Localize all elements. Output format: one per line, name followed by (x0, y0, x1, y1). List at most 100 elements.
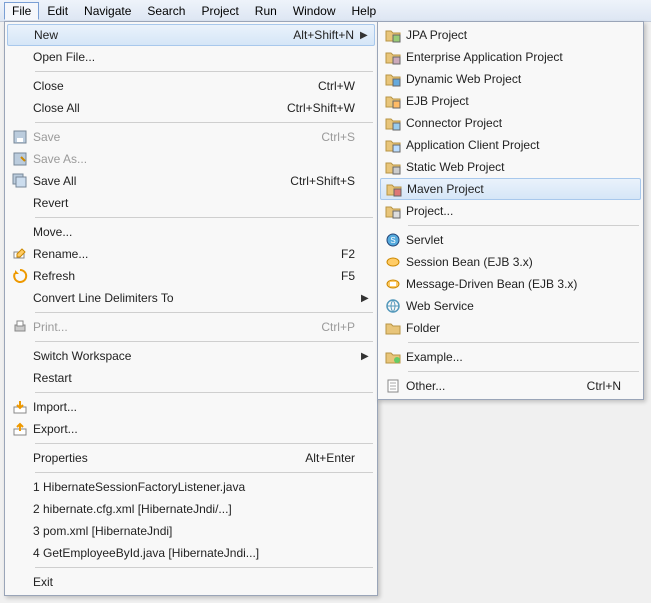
svg-text:S: S (390, 236, 395, 245)
fileMenu-2-hibernate-cfg-xml-hibernatejndi[interactable]: 2 hibernate.cfg.xml [HibernateJndi/...] (7, 498, 375, 520)
menubar-item-help[interactable]: Help (344, 2, 385, 20)
fileMenu-exit[interactable]: Exit (7, 571, 375, 593)
menu-item-label: Close (33, 79, 318, 93)
menu-item-label: Restart (33, 371, 361, 385)
fileMenu-save-as[interactable]: Save As... (7, 148, 375, 170)
newSubmenu-connector-project[interactable]: Connector Project (380, 112, 641, 134)
menubar-item-run[interactable]: Run (247, 2, 285, 20)
newSubmenu-session-bean-ejb-3-x[interactable]: Session Bean (EJB 3.x) (380, 251, 641, 273)
separator (35, 443, 373, 444)
fileMenu-restart[interactable]: Restart (7, 367, 375, 389)
fileMenu-rename[interactable]: Rename...F2 (7, 243, 375, 265)
blank-icon (7, 221, 33, 243)
save-as-icon (7, 148, 33, 170)
menubar-item-navigate[interactable]: Navigate (76, 2, 139, 20)
blank-icon (7, 571, 33, 593)
fileMenu-open-file[interactable]: Open File... (7, 46, 375, 68)
refresh-icon (7, 265, 33, 287)
menu-item-label: Static Web Project (406, 160, 627, 174)
fileMenu-new[interactable]: NewAlt+Shift+N▶ (7, 24, 375, 46)
menu-item-label: Save As... (33, 152, 361, 166)
separator (35, 392, 373, 393)
menu-item-label: 2 hibernate.cfg.xml [HibernateJndi/...] (33, 502, 361, 516)
menu-item-shortcut: Ctrl+P (321, 320, 355, 334)
newSubmenu-web-service[interactable]: Web Service (380, 295, 641, 317)
fileMenu-switch-workspace[interactable]: Switch Workspace▶ (7, 345, 375, 367)
fileMenu-revert[interactable]: Revert (7, 192, 375, 214)
fileMenu-refresh[interactable]: RefreshF5 (7, 265, 375, 287)
import-icon (7, 396, 33, 418)
fileMenu-export[interactable]: Export... (7, 418, 375, 440)
newSubmenu-jpa-project[interactable]: JPA Project (380, 24, 641, 46)
newSubmenu-project[interactable]: Project... (380, 200, 641, 222)
fileMenu-convert-line-delimiters-to[interactable]: Convert Line Delimiters To▶ (7, 287, 375, 309)
save-icon (7, 126, 33, 148)
newSubmenu-dynamic-web-project[interactable]: Dynamic Web Project (380, 68, 641, 90)
menu-item-label: Open File... (33, 50, 361, 64)
menu-item-label: Revert (33, 196, 361, 210)
save-all-icon (7, 170, 33, 192)
fileMenu-print[interactable]: Print...Ctrl+P (7, 316, 375, 338)
fileMenu-properties[interactable]: PropertiesAlt+Enter (7, 447, 375, 469)
menu-item-label: Rename... (33, 247, 341, 261)
servlet-icon: S (380, 229, 406, 251)
newSubmenu-folder[interactable]: Folder (380, 317, 641, 339)
fileMenu-4-getemployeebyid-java-hibernatejndi[interactable]: 4 GetEmployeeById.java [HibernateJndi...… (7, 542, 375, 564)
separator (408, 342, 639, 343)
menu-item-label: Session Bean (EJB 3.x) (406, 255, 627, 269)
newSubmenu-other[interactable]: Other...Ctrl+N (380, 375, 641, 397)
blank-icon (7, 542, 33, 564)
fileMenu-3-pom-xml-hibernatejndi[interactable]: 3 pom.xml [HibernateJndi] (7, 520, 375, 542)
ws-icon (380, 295, 406, 317)
fileMenu-save[interactable]: SaveCtrl+S (7, 126, 375, 148)
fileMenu-import[interactable]: Import... (7, 396, 375, 418)
new-submenu: JPA Project Enterprise Application Projec… (377, 21, 644, 400)
folder-icon (380, 317, 406, 339)
menubar: FileEditNavigateSearchProjectRunWindowHe… (0, 0, 651, 22)
fileMenu-close-all[interactable]: Close AllCtrl+Shift+W (7, 97, 375, 119)
blank-icon (7, 520, 33, 542)
other-icon (380, 375, 406, 397)
separator (35, 472, 373, 473)
proj-ejb-icon (380, 90, 406, 112)
proj-generic-icon (380, 200, 406, 222)
newSubmenu-static-web-project[interactable]: Static Web Project (380, 156, 641, 178)
submenu-arrow-icon: ▶ (361, 293, 371, 304)
fileMenu-close[interactable]: CloseCtrl+W (7, 75, 375, 97)
menu-item-label: Enterprise Application Project (406, 50, 627, 64)
menubar-item-window[interactable]: Window (285, 2, 344, 20)
menu-item-label: Export... (33, 422, 361, 436)
menubar-item-search[interactable]: Search (139, 2, 193, 20)
menu-item-label: Folder (406, 321, 627, 335)
menubar-item-edit[interactable]: Edit (39, 2, 76, 20)
separator (35, 312, 373, 313)
blank-icon (7, 287, 33, 309)
blank-icon (7, 447, 33, 469)
menu-item-label: Import... (33, 400, 361, 414)
fileMenu-1-hibernatesessionfactorylistener-java[interactable]: 1 HibernateSessionFactoryListener.java (7, 476, 375, 498)
menu-item-label: Application Client Project (406, 138, 627, 152)
newSubmenu-application-client-project[interactable]: Application Client Project (380, 134, 641, 156)
newSubmenu-maven-project[interactable]: Maven Project (380, 178, 641, 200)
menu-item-label: Close All (33, 101, 287, 115)
newSubmenu-enterprise-application-project[interactable]: Enterprise Application Project (380, 46, 641, 68)
menu-item-label: Switch Workspace (33, 349, 361, 363)
menu-item-shortcut: Alt+Shift+N (293, 28, 354, 42)
newSubmenu-servlet[interactable]: S Servlet (380, 229, 641, 251)
newSubmenu-message-driven-bean-ejb-3-x[interactable]: Message-Driven Bean (EJB 3.x) (380, 273, 641, 295)
proj-static-icon (380, 156, 406, 178)
newSubmenu-example[interactable]: Example... (380, 346, 641, 368)
newSubmenu-ejb-project[interactable]: EJB Project (380, 90, 641, 112)
menu-item-label: Message-Driven Bean (EJB 3.x) (406, 277, 627, 291)
menu-item-shortcut: F5 (341, 269, 355, 283)
menubar-item-project[interactable]: Project (193, 2, 246, 20)
menu-item-shortcut: Ctrl+Shift+W (287, 101, 355, 115)
proj-ear-icon (380, 46, 406, 68)
fileMenu-move[interactable]: Move... (7, 221, 375, 243)
fileMenu-save-all[interactable]: Save AllCtrl+Shift+S (7, 170, 375, 192)
file-menu: NewAlt+Shift+N▶Open File...CloseCtrl+WCl… (4, 21, 378, 596)
menu-item-label: New (34, 28, 293, 42)
menu-item-label: Servlet (406, 233, 627, 247)
separator (35, 217, 373, 218)
menubar-item-file[interactable]: File (4, 2, 39, 20)
